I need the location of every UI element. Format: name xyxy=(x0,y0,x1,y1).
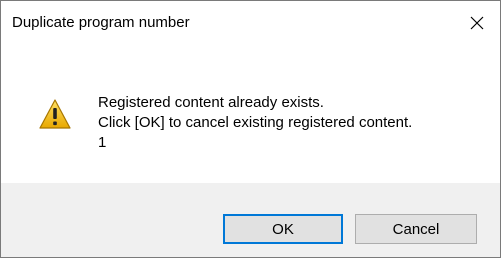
dialog-content: Registered content already exists. Click… xyxy=(1,45,500,183)
close-icon xyxy=(470,16,484,30)
message-line: Click [OK] to cancel existing registered… xyxy=(98,114,413,131)
message-dialog: Duplicate program number Registered cont… xyxy=(0,0,501,258)
message-text: Registered content already exists. Click… xyxy=(98,93,412,153)
dialog-title: Duplicate program number xyxy=(12,14,190,31)
message-line: Registered content already exists. xyxy=(98,94,324,111)
message-line: 1 xyxy=(98,134,107,151)
title-bar: Duplicate program number xyxy=(1,1,500,45)
warning-icon xyxy=(38,98,72,130)
cancel-button[interactable]: Cancel xyxy=(355,214,477,244)
button-bar: OK Cancel xyxy=(1,183,500,257)
ok-button[interactable]: OK xyxy=(223,214,343,244)
close-button[interactable] xyxy=(454,1,500,45)
